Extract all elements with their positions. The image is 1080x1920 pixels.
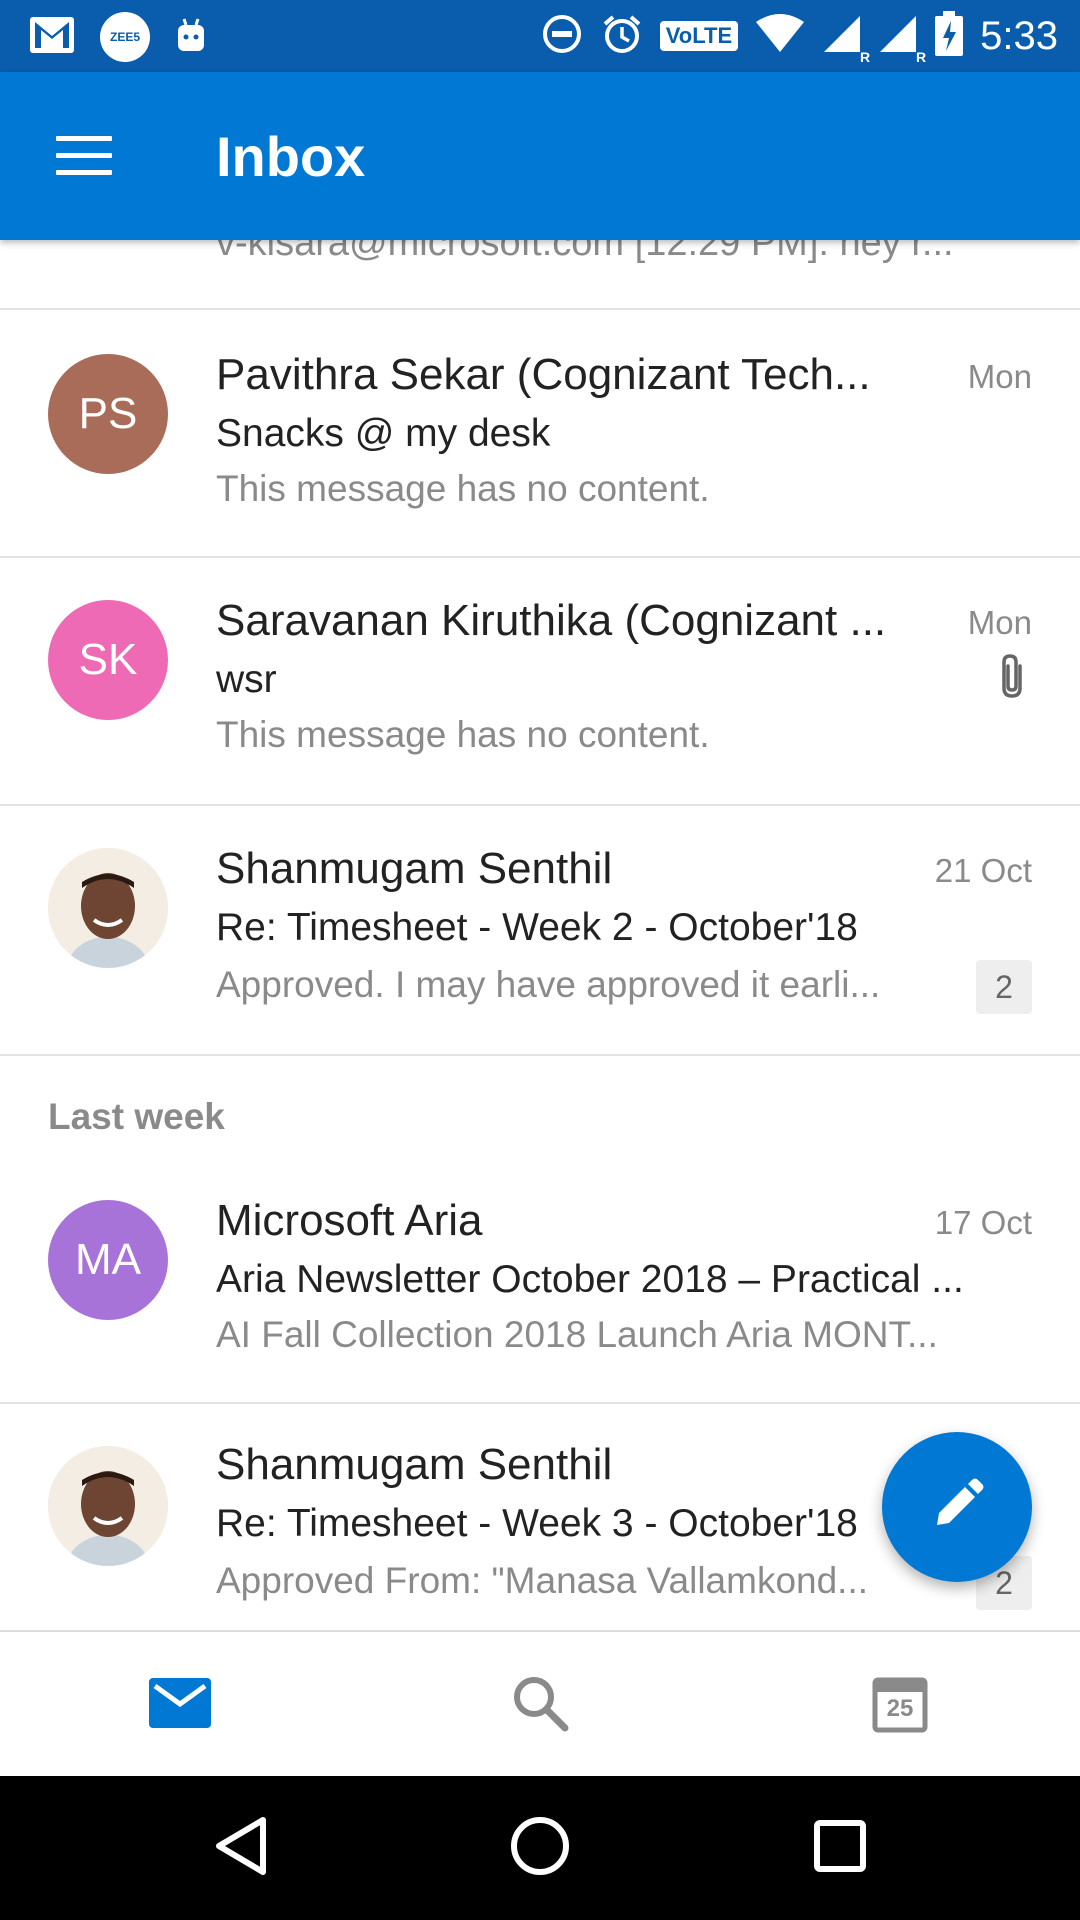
recents-square-icon (812, 1818, 868, 1879)
paperclip-icon (996, 652, 1028, 705)
message-date: 17 Oct (934, 1204, 1032, 1241)
message-list[interactable]: v-kisara@microsoft.com [12:29 PM]: hey r… (0, 240, 1080, 1630)
recents-button[interactable] (785, 1798, 895, 1898)
home-button[interactable] (485, 1798, 595, 1898)
avatar: SK (48, 600, 168, 720)
message-preview: This message has no content. (216, 468, 710, 509)
compose-button[interactable] (882, 1432, 1032, 1582)
page-title: Inbox (216, 125, 366, 188)
avatar-initials: PS (78, 389, 138, 438)
search-icon (510, 1673, 570, 1738)
mail-icon (149, 1677, 211, 1733)
battery-icon (934, 10, 964, 62)
avatar: MA (48, 1200, 168, 1320)
message-subject: Snacks @ my desk (216, 412, 551, 455)
do-not-disturb-icon (540, 12, 584, 61)
message-subject: Re: Timesheet - Week 2 - October'18 (216, 906, 858, 949)
alarm-icon (600, 12, 644, 61)
message-preview: This message has no content. (216, 714, 710, 755)
android-bot-icon (176, 17, 206, 58)
home-circle-icon (508, 1814, 572, 1883)
message-sender: Microsoft Aria (216, 1196, 483, 1245)
app-bar: Inbox (0, 72, 1080, 240)
message-preview: Approved From: "Manasa Vallamkond... (216, 1560, 869, 1601)
message-subject: Aria Newsletter October 2018 – Practical… (216, 1258, 964, 1301)
roaming-label-2: R (916, 48, 927, 65)
message-date: Mon (967, 604, 1032, 641)
message-sender: Shanmugam Senthil (216, 844, 613, 893)
message-preview: Approved. I may have approved it earli..… (216, 964, 881, 1005)
pencil-compose-icon (927, 1475, 987, 1540)
hamburger-menu-icon[interactable] (56, 136, 112, 176)
list-item[interactable]: MA Microsoft Aria 17 Oct Aria Newsletter… (0, 1160, 1080, 1404)
message-sender: Shanmugam Senthil (216, 1440, 613, 1489)
message-subject: wsr (216, 658, 277, 701)
roaming-label: R (860, 48, 871, 65)
calendar-icon: 25 (872, 1677, 928, 1733)
message-preview: v-kisara@microsoft.com [12:29 PM]: hey r… (216, 240, 954, 264)
section-header: Last week (48, 1096, 225, 1137)
status-bar: ZEE5 VoLTE R R 5:33 (0, 0, 1080, 72)
list-item[interactable]: PS Pavithra Sekar (Cognizant Tech... Mon… (0, 312, 1080, 558)
avatar: PS (48, 354, 168, 474)
message-date: Mon (967, 358, 1032, 395)
avatar-initials: MA (75, 1235, 141, 1284)
volte-badge: VoLTE (659, 21, 739, 51)
signal-icon-2: R (878, 14, 926, 65)
back-triangle-icon (211, 1814, 271, 1883)
bottom-nav: 25 (0, 1630, 1080, 1776)
message-preview: AI Fall Collection 2018 Launch Aria MONT… (216, 1314, 938, 1355)
wifi-icon (754, 13, 806, 59)
message-sender: Pavithra Sekar (Cognizant Tech... (216, 350, 871, 399)
signal-icon: R (822, 14, 870, 65)
gmail-icon (30, 16, 74, 58)
calendar-day: 25 (886, 1695, 914, 1722)
message-date: 21 Oct (934, 852, 1032, 889)
avatar-initials: SK (78, 635, 138, 684)
zee5-icon: ZEE5 (100, 12, 150, 62)
list-item-partial[interactable]: v-kisara@microsoft.com [12:29 PM]: hey r… (0, 240, 1080, 310)
nav-search-button[interactable] (460, 1632, 620, 1778)
status-time: 5:33 (980, 13, 1058, 58)
list-item[interactable]: SK Saravanan Kiruthika (Cognizant ... Mo… (0, 558, 1080, 806)
system-nav-bar (0, 1776, 1080, 1920)
avatar (48, 848, 168, 968)
avatar (48, 1446, 168, 1566)
thread-count-badge: 2 (976, 960, 1032, 1014)
message-sender: Saravanan Kiruthika (Cognizant ... (216, 596, 887, 645)
nav-calendar-button[interactable]: 25 (820, 1632, 980, 1778)
back-button[interactable] (186, 1798, 296, 1898)
nav-mail-button[interactable] (100, 1632, 260, 1778)
list-item[interactable]: Shanmugam Senthil 21 Oct Re: Timesheet -… (0, 806, 1080, 1056)
